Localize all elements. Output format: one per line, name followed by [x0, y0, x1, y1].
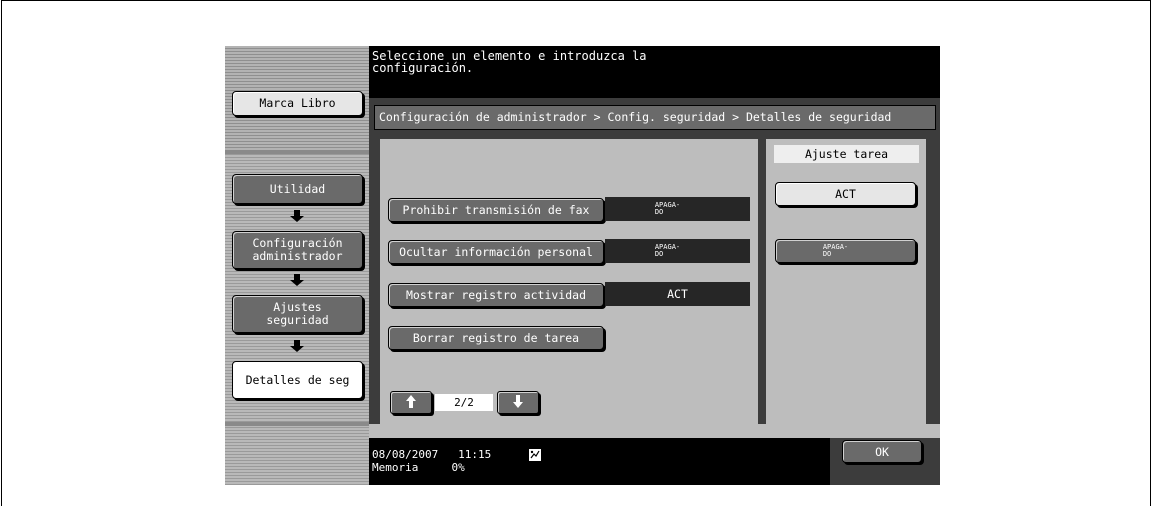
arrow-down-icon: [287, 209, 307, 223]
job-on-button[interactable]: ACT: [775, 182, 916, 206]
ok-button[interactable]: OK: [842, 440, 922, 463]
status-datetime: 08/08/2007 11:15: [372, 448, 492, 461]
hide-personal-info-button[interactable]: Ocultar información personal: [388, 240, 604, 264]
arrow-up-icon: [405, 393, 417, 412]
prohibit-fax-button[interactable]: Prohibir transmisión de fax: [388, 198, 604, 222]
left-nav-divider: [225, 422, 369, 426]
clear-job-log-button[interactable]: Borrar registro de tarea: [388, 326, 604, 350]
job-settings-header: Ajuste tarea: [774, 145, 919, 163]
arrow-down-icon: [287, 339, 307, 353]
page-indicator: 2/2: [435, 394, 493, 411]
page-down-button[interactable]: [497, 391, 539, 414]
bookmark-button[interactable]: Marca Libro: [232, 91, 363, 116]
instruction-message: Seleccione un elemento e introduzca la c…: [372, 49, 647, 75]
panel-footer: [369, 424, 940, 438]
job-off-button[interactable]: APAGA- DO: [775, 239, 916, 263]
show-activity-log-value: ACT: [605, 282, 750, 306]
left-nav-divider: [225, 150, 369, 154]
arrow-down-icon: [512, 393, 524, 412]
nav-utility-button[interactable]: Utilidad: [232, 174, 363, 204]
arrow-down-icon: [287, 273, 307, 287]
network-status-icon: [529, 446, 541, 461]
hide-personal-info-value: APAGA- DO: [605, 239, 750, 263]
breadcrumb: Configuración de administrador > Config.…: [374, 105, 936, 130]
show-activity-log-button[interactable]: Mostrar registro actividad: [388, 283, 604, 307]
nav-security-button[interactable]: Ajustes seguridad: [232, 295, 363, 333]
nav-details-button[interactable]: Detalles de seg: [232, 361, 363, 399]
page-up-button[interactable]: [390, 391, 432, 414]
prohibit-fax-value: APAGA- DO: [605, 197, 750, 221]
nav-admin-button[interactable]: Configuración administrador: [232, 231, 363, 269]
status-memory: Memoria 0%: [372, 461, 465, 474]
